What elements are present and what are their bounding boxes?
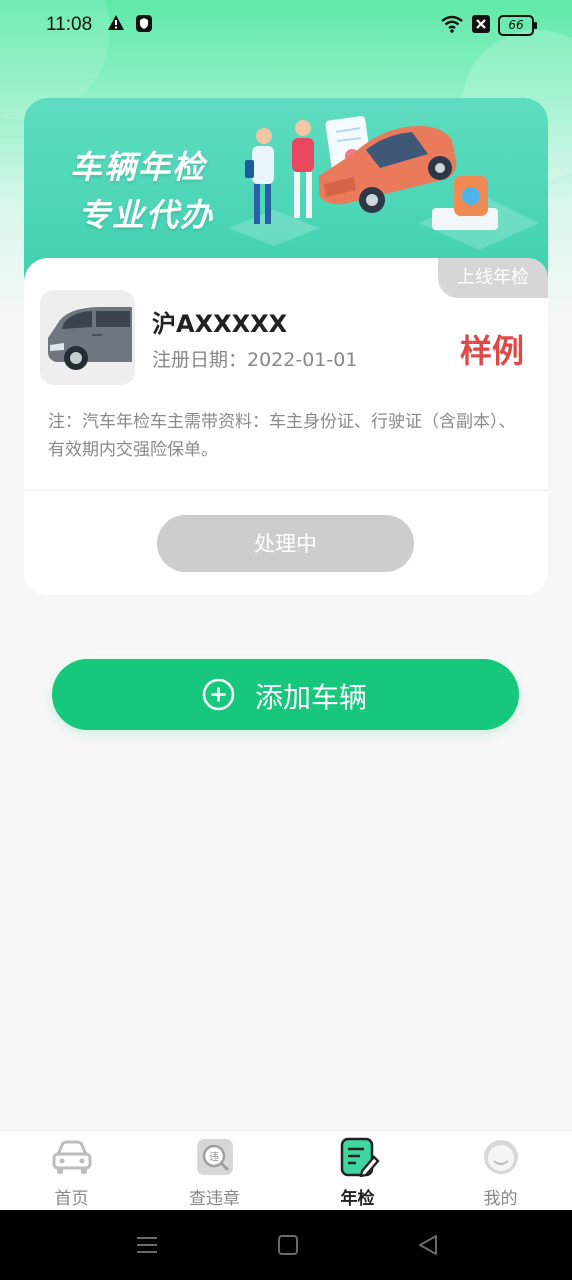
inspection-type-tag: 上线年检	[438, 258, 548, 298]
profile-smile-icon	[483, 1140, 518, 1174]
wifi-icon	[441, 15, 463, 33]
car-icon	[52, 1140, 91, 1174]
nav-inspection-label: 年检	[340, 1189, 375, 1209]
nav-home-label: 首页	[54, 1189, 89, 1209]
license-plate: 沪AXXXXX	[152, 310, 288, 338]
nav-home[interactable]: 首页	[0, 1131, 143, 1211]
menu-icon[interactable]	[134, 1232, 160, 1258]
required-documents-note: 注：汽车年检车主需带资料：车主身份证、行驶证（含副本）、有效期内交强险保单。	[48, 412, 516, 460]
processing-status-button[interactable]: 处理中	[157, 515, 414, 572]
add-vehicle-button[interactable]: 添加车辆	[52, 659, 519, 730]
inspection-edit-icon	[340, 1137, 380, 1177]
security-shield-icon	[136, 15, 152, 32]
nav-violation-label: 查违章	[189, 1189, 240, 1209]
car-image	[48, 307, 132, 370]
battery-icon: 66	[498, 15, 537, 36]
svg-text:违: 违	[209, 1151, 219, 1163]
vehicle-card[interactable]: 上线年检 沪AXXXXX 注册日期：2022-01-01 样例 注：汽车年检车主…	[24, 258, 548, 595]
status-bar: 11:08 66	[0, 0, 572, 52]
battery-level: 66	[508, 18, 524, 32]
nav-mine-label: 我的	[483, 1189, 518, 1209]
sim-x-icon	[472, 15, 490, 33]
back-triangle-icon[interactable]	[415, 1232, 441, 1258]
registration-date: 注册日期：2022-01-01	[152, 349, 358, 371]
sample-label: 样例	[460, 332, 525, 370]
nav-inspection[interactable]: 年检	[286, 1131, 429, 1211]
nav-violation[interactable]: 违 查违章	[143, 1131, 286, 1211]
divider	[24, 490, 548, 491]
status-time: 11:08	[46, 14, 93, 35]
nav-mine[interactable]: 我的	[429, 1131, 572, 1211]
system-navigation-bar	[0, 1210, 572, 1280]
add-circle-icon	[202, 678, 235, 711]
bottom-navigation: 首页 违 查违章 年检 我的	[0, 1130, 572, 1211]
home-square-icon[interactable]	[275, 1232, 301, 1258]
warning-icon	[108, 15, 124, 30]
add-vehicle-label: 添加车辆	[255, 682, 368, 713]
violation-search-icon: 违	[196, 1139, 233, 1175]
car-thumbnail	[40, 290, 135, 385]
